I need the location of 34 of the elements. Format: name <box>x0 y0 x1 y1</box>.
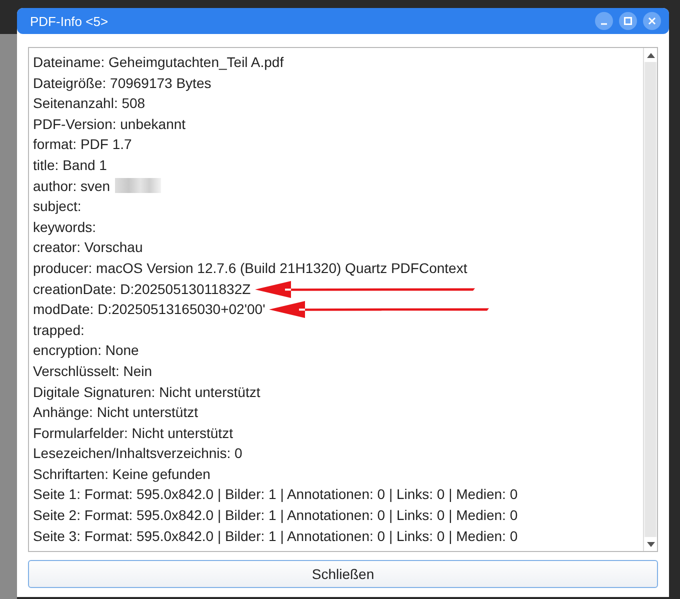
info-line: PDF-Version: unbekannt <box>33 114 186 134</box>
info-line: Lesezeichen/Inhaltsverzeichnis: 0 <box>33 444 242 464</box>
info-line: subject: <box>33 197 82 216</box>
window-title: PDF-Info <5> <box>30 14 110 28</box>
info-line: Seite 2: Format: 595.0x842.0 | Bilder: 1 | Annotationen: 0 | Links: 0 | Medien: 0 <box>33 506 518 526</box>
info-line: keywords: <box>33 218 96 237</box>
info-line: author: sven <box>33 176 110 196</box>
info-line: Dateigröße: 70969173 Bytes <box>33 74 212 93</box>
scroll-down-icon <box>646 542 654 546</box>
maximize-icon <box>624 17 632 25</box>
info-line: creator: Vorschau <box>33 238 143 258</box>
info-line: Seitenanzahl: 508 <box>33 94 146 114</box>
info-line: Formularfelder: Nicht unterstützt <box>33 424 233 443</box>
info-line: creationDate: D:20250513011832Z <box>33 278 251 300</box>
info-line: Anhänge: Nicht unterstützt <box>33 403 198 422</box>
info-line: Schriftarten: Keine gefunden <box>33 464 210 484</box>
scroll-up-icon <box>646 52 654 58</box>
info-line: encryption: None <box>33 341 139 360</box>
info-line: Seite 1: Format: 595.0x842.0 | Bilder: 1 | Annotationen: 0 | Links: 0 | Medien: 0 <box>33 485 518 504</box>
info-line: Digitale Signaturen: Nicht unterstützt <box>33 382 260 402</box>
info-line: producer: macOS Version 12.7.6 (Build 21H1320) Quartz PDFContext <box>33 258 468 278</box>
info-line: format: PDF 1.7 <box>33 135 132 154</box>
minimize-button[interactable] <box>595 12 613 30</box>
info-line: Verschlüsselt: Nein <box>33 362 152 381</box>
scrollbar[interactable] <box>643 48 657 551</box>
info-line: title: Band 1 <box>33 156 107 175</box>
close-icon <box>648 17 656 25</box>
info-line: trapped: <box>33 320 84 340</box>
maximize-button[interactable] <box>619 12 637 30</box>
info-line: modDate: D:20250513165030+02'00' <box>33 299 266 320</box>
close-button[interactable] <box>643 12 661 30</box>
info-line: Dateiname: Geheimgutachten_Teil A.pdf <box>33 53 284 72</box>
close-dialog-button[interactable]: Schließen <box>28 560 658 588</box>
info-line: Seite 3: Format: 595.0x842.0 | Bilder: 1 | Annotationen: 0 | Links: 0 | Medien: 0 <box>33 526 518 546</box>
